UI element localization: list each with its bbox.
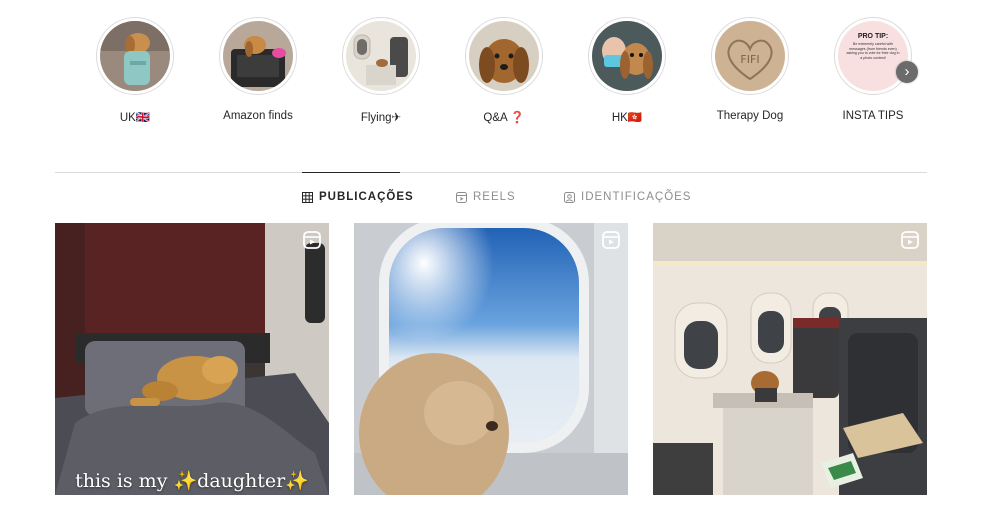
reel-icon: [901, 231, 919, 249]
highlight-ring: PRO TIP: Be extremely careful with messa…: [834, 17, 912, 95]
active-tab-indicator: [302, 172, 400, 173]
post-caption: this is my ✨daughter✨: [55, 469, 329, 492]
dog-in-carrier-thumbnail: [223, 21, 293, 91]
highlight-ring: [588, 17, 666, 95]
highlight-label: Q&A ❓: [483, 112, 525, 124]
tab-label: REELS: [473, 191, 516, 203]
highlight-label: INSTA TIPS: [842, 110, 904, 122]
post-dog-on-bed[interactable]: this is my ✨daughter✨: [55, 223, 329, 495]
chevron-right-icon: ›: [904, 63, 910, 80]
post-image: [354, 223, 628, 495]
sand-text: FIFI: [740, 53, 759, 66]
highlight-hk[interactable]: HK🇭🇰: [572, 17, 682, 124]
pro-tip-title: PRO TIP:: [857, 33, 889, 40]
story-highlights: UK🇬🇧 Amazon finds Flying✈ Q&A ❓ HK🇭🇰 FIF…: [0, 0, 984, 130]
selfie-with-dog-thumbnail: [592, 21, 662, 91]
post-dog-business-class[interactable]: [653, 223, 927, 495]
reel-icon: [602, 231, 620, 249]
highlight-ring: FIFI: [711, 17, 789, 95]
highlight-uk[interactable]: UK🇬🇧: [80, 17, 190, 124]
highlight-ring: [96, 17, 174, 95]
caption-text: this is my: [75, 470, 174, 492]
tagged-icon: [564, 191, 575, 203]
highlight-therapy-dog[interactable]: FIFI Therapy Dog: [695, 17, 805, 122]
highlight-label: HK🇭🇰: [611, 112, 643, 124]
reel-icon: [303, 231, 321, 249]
highlight-amazon-finds[interactable]: Amazon finds: [203, 17, 313, 122]
post-image: [653, 223, 927, 495]
highlight-qa[interactable]: Q&A ❓: [449, 17, 559, 124]
tab-label: IDENTIFICAÇÕES: [581, 191, 692, 203]
post-dog-airplane-window[interactable]: [354, 223, 628, 495]
sparkle-icon: ✨: [173, 470, 198, 492]
tab-identificacoes[interactable]: IDENTIFICAÇÕES: [564, 191, 691, 203]
sand-heart-thumbnail: FIFI: [715, 21, 785, 91]
tab-publicacoes[interactable]: PUBLICAÇÕES: [302, 191, 414, 203]
tab-label: PUBLICAÇÕES: [319, 191, 414, 203]
dog-with-blanket-thumbnail: [100, 21, 170, 91]
highlight-label: Therapy Dog: [716, 110, 784, 122]
highlight-ring: [465, 17, 543, 95]
tab-reels[interactable]: REELS: [456, 191, 516, 203]
post-image: [55, 223, 329, 495]
tabs-divider: [55, 172, 927, 173]
highlight-flying[interactable]: Flying✈: [326, 17, 436, 124]
highlight-label: Amazon finds: [223, 110, 293, 122]
pro-tip-body: Be extremely careful with messages (from…: [846, 42, 900, 60]
highlight-ring: [219, 17, 297, 95]
sparkle-icon: ✨: [285, 470, 309, 492]
pro-tip-note-thumbnail: PRO TIP: Be extremely careful with messa…: [838, 21, 908, 91]
highlight-label: Flying✈: [360, 112, 402, 124]
highlights-next-button[interactable]: ›: [896, 61, 918, 83]
highlight-ring: [342, 17, 420, 95]
caption-text: daughter: [197, 470, 286, 492]
dog-face-thumbnail: [469, 21, 539, 91]
airplane-cabin-thumbnail: [346, 21, 416, 91]
reels-icon: [456, 191, 467, 203]
highlight-label: UK🇬🇧: [119, 112, 151, 124]
grid-icon: [302, 191, 313, 203]
